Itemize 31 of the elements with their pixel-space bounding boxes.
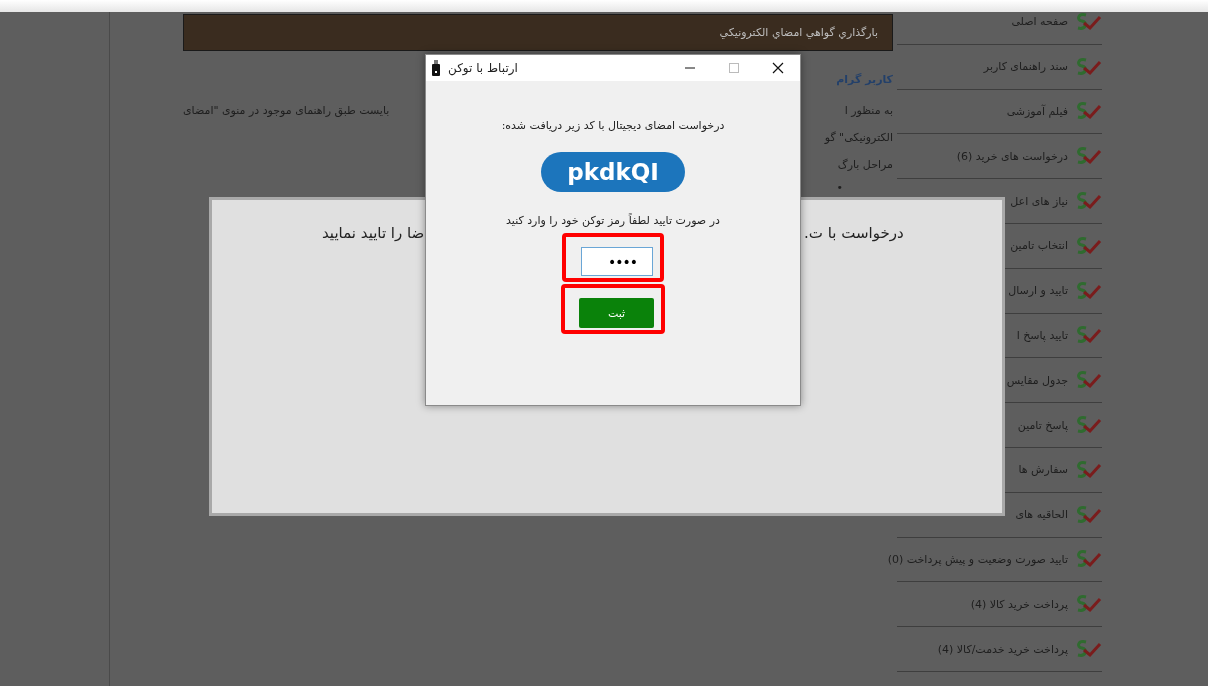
submit-button[interactable]: ثبت bbox=[579, 298, 654, 328]
sidebar-link[interactable]: تایید و ارسال bbox=[1008, 284, 1068, 298]
sidebar-link[interactable]: صفحه اصلی bbox=[1011, 15, 1068, 29]
sidebar-link[interactable]: تایید صورت وضعیت و پیش پرداخت (0) bbox=[887, 552, 1068, 566]
password-field[interactable]: •••• bbox=[581, 247, 653, 276]
paragraph-text: الکترونیکی" گو bbox=[824, 130, 893, 146]
sidebar-link[interactable]: پاسخ تامین bbox=[1017, 418, 1068, 432]
notice-text: .درخواست با ت bbox=[804, 224, 904, 242]
sidebar-link[interactable]: پرداخت خرید خدمت/کالا (4) bbox=[937, 642, 1068, 656]
paragraph-text: مراحل بارگ bbox=[837, 157, 893, 173]
close-icon bbox=[772, 62, 784, 74]
sidebar-link[interactable]: الحاقیه های bbox=[1015, 508, 1068, 522]
sidebar-link[interactable]: سند راهنمای کاربر bbox=[983, 60, 1068, 74]
prompt-text: درخواست امضای دیجیتال با کد زیر دریافت شده: bbox=[501, 119, 725, 132]
dialog-title: ارتباط با توکن bbox=[448, 61, 519, 75]
maximize-icon bbox=[728, 62, 740, 74]
notice-text: ضا را تایید نمایید bbox=[322, 224, 425, 242]
usb-token-icon bbox=[432, 60, 440, 76]
header-title: بارگذاري گواهي امضاي الکترونيکي bbox=[719, 26, 878, 39]
sidebar-link[interactable]: نیاز های اعل bbox=[1010, 194, 1068, 208]
sidebar-link[interactable]: جدول مقایس bbox=[1006, 373, 1068, 387]
sidebar-link[interactable]: انتخاب تامین bbox=[1010, 239, 1068, 253]
instruction-text: در صورت تایید لطفاً رمز توکن خود را وارد کنید bbox=[506, 214, 720, 227]
sidebar-link[interactable]: سفارش ها bbox=[1018, 463, 1068, 477]
bullet-mark: • bbox=[836, 181, 843, 194]
sidebar-link[interactable]: درخواست های خرید (6) bbox=[956, 149, 1068, 163]
sidebar-link[interactable]: فیلم آموزشی bbox=[1006, 105, 1068, 118]
paragraph-text: بایست طبق راهنمای موجود در منوی "امضای bbox=[183, 103, 390, 119]
greeting-heading: کاربر گرام bbox=[835, 73, 893, 86]
code-badge: pkdkQI bbox=[541, 152, 685, 192]
sidebar-link[interactable]: پرداخت خرید کالا (4) bbox=[970, 597, 1068, 611]
